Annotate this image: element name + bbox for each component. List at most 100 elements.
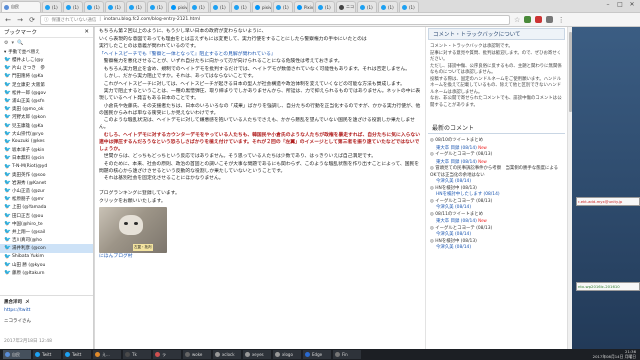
bookmark-item[interactable]: 🐦 河野太郎 (@kon [0, 113, 93, 121]
taskbar-item[interactable]: xclock [213, 350, 241, 359]
bookmark-item[interactable]: 🐦 浦山正美 (@sfn [0, 97, 93, 105]
browser-tab[interactable]: (1) [357, 1, 377, 12]
bookmark-item[interactable]: 🐦 片山 さつき 参 [0, 64, 93, 72]
taskbar-item-label: ラ [162, 351, 166, 357]
taskbar-item[interactable]: Twitt [63, 350, 91, 359]
bookmark-item[interactable]: 🐦 上田 (@Yamada [0, 203, 93, 211]
browser-tab[interactable]: pixiv [168, 1, 188, 12]
browser-tab[interactable]: (1) [126, 1, 146, 12]
note-link[interactable]: https://twitt [4, 308, 89, 313]
twitter-bird-icon: 🐦 [4, 81, 11, 88]
bookmark-item[interactable]: 🐦 岩淵秀 (@Kanet [0, 179, 93, 187]
bookmark-item[interactable]: 🐦 Shibata Yukim [0, 253, 93, 261]
ranking-banner-image[interactable]: 左翼・批判 [99, 206, 167, 253]
sidebar-close-icon[interactable]: ✕ [84, 29, 89, 35]
trackback-title: コメント・トラックバックについて [428, 28, 565, 40]
bookmark-item[interactable]: 🐦 日本無料 (@cin [0, 154, 93, 162]
twitter-bird-icon: 🐦 [4, 73, 11, 80]
bookmark-item[interactable]: 🐦 松原朋子 (@mr [0, 195, 93, 203]
taskbar-item-label: Fin [342, 352, 348, 357]
bookmark-item[interactable]: 🐦 井上翔一 (@sail [0, 228, 93, 236]
browser-tab[interactable]: (1) [210, 1, 230, 12]
bookmark-item[interactable]: 🐦 T-N-M(Riot)@yd [0, 162, 93, 170]
browser-tab[interactable]: ニコ [336, 1, 356, 12]
minimize-button[interactable]: – [604, 1, 612, 8]
extension-icon[interactable] [535, 16, 543, 23]
bookmark-item[interactable]: 🐦 奥田英作 (@soo [0, 171, 93, 179]
bookmark-item[interactable]: 🐦 Kouzuki (@kes [0, 138, 93, 146]
desktop-window[interactable]: ntx-wp2016ic-201610 [576, 282, 640, 291]
browser-tab[interactable]: (1) [189, 1, 209, 12]
reload-icon[interactable]: ⟳ [28, 16, 36, 24]
comment-author: 今津久美 (08/14) [436, 179, 472, 184]
browser-tab[interactable]: (1) [84, 1, 104, 12]
taskbar-item[interactable]: xeyes [243, 350, 271, 359]
ranking-link[interactable]: にほんブログ村 [99, 253, 421, 260]
browser-tab[interactable]: (1) [315, 1, 335, 12]
recent-comment-link[interactable]: 東大卒 目録 (08/14) New [430, 218, 563, 226]
desktop-window[interactable]: r-ekt-add-myx@unity.jp [576, 197, 640, 206]
info-icon[interactable]: ⓘ [44, 17, 49, 23]
address-bar[interactable]: ⓘ 保護されていない通信 | inotaru.blog.fc2.com/blog… [40, 14, 510, 25]
browser-tab[interactable]: 自民 [1, 1, 41, 12]
browser-tab[interactable]: (1) [42, 1, 62, 12]
browser-tab[interactable]: (1) [378, 1, 398, 12]
browser-tab[interactable]: (1) [231, 1, 251, 12]
url-text[interactable]: inotaru.blog.fc2.com/blog-entry-2121.htm… [104, 17, 200, 22]
search-icon[interactable]: 🔍 [17, 40, 23, 46]
taskbar-item[interactable]: え... [93, 350, 121, 359]
dropdown-icon[interactable]: ▾ [11, 40, 14, 46]
taskbar-clock[interactable]: 21:36 2017年08月14日 月曜日 [593, 349, 640, 359]
tab-label: (1) [199, 4, 205, 10]
bookmark-item[interactable]: 🐦 坂本洋子 (@kin [0, 146, 93, 154]
bookmark-item[interactable]: 🐦 田口正吉 (@ou [0, 212, 93, 220]
browser-tab[interactable]: (1) [63, 1, 83, 12]
browser-tab[interactable]: (1) [105, 1, 125, 12]
maximize-button[interactable]: □ [616, 1, 624, 8]
bookmark-label: 櫻井よしこ(@y [12, 58, 44, 64]
article-quote-link[interactable]: 「ヘイトスピーチでも『警察と一体となって』阻止するとの見解が問われている』 [99, 51, 421, 58]
browser-tab[interactable]: pixiv [252, 1, 272, 12]
bookmark-star-icon[interactable]: ☆ [514, 16, 520, 24]
settings-icon[interactable]: ⚙ [4, 40, 8, 46]
bookmark-label: Shibata Yukim [12, 254, 44, 260]
bookmark-item[interactable]: 🐦 児玉康雄 (@Ka [0, 122, 93, 130]
bookmark-item[interactable]: 🐦 藤原 (@Itakurn [0, 269, 93, 277]
bookmark-item[interactable]: 🐦 湯井利彦 (@con [0, 244, 93, 253]
bookmark-folder[interactable]: ▾ 手動で並べ替え [0, 48, 93, 56]
bookmark-item[interactable]: 🐦 松井一郎 (@gov [0, 89, 93, 97]
browser-tab[interactable]: Pixiv [294, 1, 314, 12]
bookmark-item[interactable]: 🐦 櫻井よしこ(@y [0, 56, 93, 64]
recent-comment-link[interactable]: 東大卒 目録 (08/14) New [430, 145, 563, 153]
menu-icon[interactable]: ⋮ [557, 16, 565, 24]
bookmark-item[interactable]: 🐦 小山正造 (@zur [0, 187, 93, 195]
bookmark-item[interactable]: 🐦 足立康史 大阪第 [0, 81, 93, 89]
forward-icon[interactable]: → [16, 16, 24, 24]
taskbar-item[interactable]: xlogo [273, 350, 301, 359]
recent-comment-link[interactable]: 東大卒 目録 (08/14) New [430, 159, 563, 167]
bookmark-item[interactable]: 🐦 門田隆将 (@Ka [0, 72, 93, 80]
taskbar-item[interactable]: Fin [333, 350, 361, 359]
bookmark-item[interactable]: 🐦 奥田 (@mo_ok [0, 105, 93, 113]
taskbar-item[interactable]: Twitt [33, 350, 61, 359]
extension-icon[interactable] [524, 16, 532, 23]
bookmark-item[interactable]: 🐦 山田 勝 (@kyou [0, 261, 93, 269]
taskbar-item[interactable]: Tk [123, 350, 151, 359]
taskbar-item[interactable]: Edge [303, 350, 331, 359]
twitter-bird-icon: 🐦 [4, 245, 11, 252]
bookmark-item[interactable]: 🐦 吉川真司(@ho [0, 236, 93, 244]
bookmark-item[interactable]: 🐦 中国(@hiro_te [0, 220, 93, 228]
taskbar-item[interactable]: woke [183, 350, 211, 359]
close-window-button[interactable]: ✕ [628, 1, 636, 8]
bookmark-item[interactable]: 🐦 大山崇代(@ryo [0, 130, 93, 138]
recent-post-link[interactable]: ◎ 冒頭見ての民事訴訟事件から考察 当業側の勝手な態度によるOKでは正当化の余地… [430, 166, 563, 179]
tab-label: (1) [367, 4, 373, 10]
browser-tab[interactable]: (1) [399, 1, 419, 12]
taskbar-item[interactable]: ラ [153, 350, 181, 359]
recent-comment-link[interactable]: 今津久美 (08/14) [430, 245, 563, 252]
taskbar-item[interactable]: 自民 [3, 350, 31, 359]
extension-icon[interactable] [546, 16, 554, 23]
back-icon[interactable]: ← [4, 16, 12, 24]
browser-tab[interactable]: (1) [147, 1, 167, 12]
browser-tab[interactable]: (1) [273, 1, 293, 12]
